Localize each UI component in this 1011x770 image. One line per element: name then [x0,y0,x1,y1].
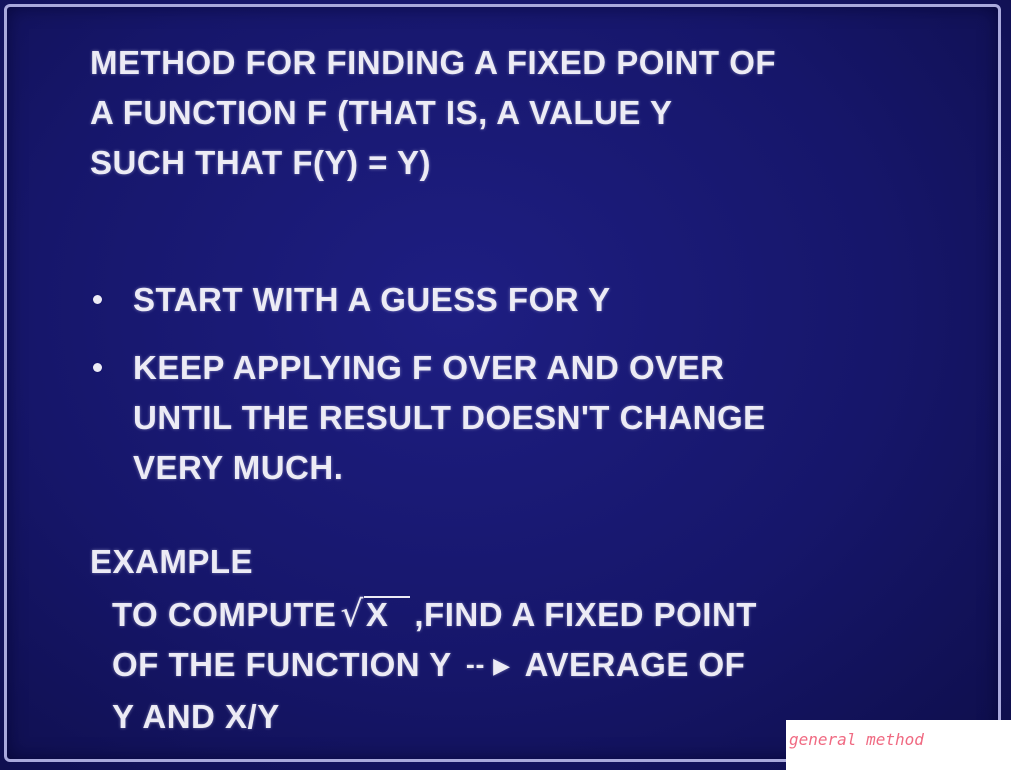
annotation-caption: general method [786,720,1011,770]
bullet-item: START WITH A GUESS FOR Y [90,275,766,325]
example-text: ,FIND A FIXED POINT [414,596,757,633]
bullet-item: KEEP APPLYING F OVER AND OVER UNTIL THE … [90,343,766,493]
arrow-right-icon: -- ▶ [465,654,511,679]
example-text: TO COMPUTE [112,596,337,633]
bullet-list: START WITH A GUESS FOR Y KEEP APPLYING F… [90,275,766,493]
example-text: AVERAGE OF [524,646,746,683]
square-root-argument: X [363,596,411,632]
video-frame: METHOD FOR FINDING A FIXED POINT OF A FU… [0,0,1011,770]
heading-line: METHOD FOR FINDING A FIXED POINT OF [90,44,777,81]
bullet-dot-icon [93,363,102,372]
example-line: TO COMPUTE √X ,FIND A FIXED POINT [112,590,757,640]
example-text: OF THE FUNCTION Y [112,646,452,683]
heading-line: A FUNCTION F (THAT IS, A VALUE Y [90,94,673,131]
bullet-line: START WITH A GUESS FOR Y [133,281,611,318]
example-label: EXAMPLE [90,543,254,580]
example-line: Y AND X/Y [112,698,280,735]
example-body: TO COMPUTE √X ,FIND A FIXED POINT OF THE F… [112,590,757,742]
square-root-expression: √X [340,590,411,640]
bullet-line: KEEP APPLYING F OVER AND OVER [133,349,725,386]
example-line: OF THE FUNCTION Y -- ▶ AVERAGE OF [112,640,757,692]
heading-line: SUCH THAT F(Y) = Y) [90,144,432,181]
square-root-icon: √ [340,594,364,635]
bullet-dot-icon [93,295,102,304]
bullet-line: UNTIL THE RESULT DOESN'T CHANGE [133,399,766,436]
bullet-line: VERY MUCH. [133,449,344,486]
slide-heading: METHOD FOR FINDING A FIXED POINT OF A FU… [90,38,776,188]
